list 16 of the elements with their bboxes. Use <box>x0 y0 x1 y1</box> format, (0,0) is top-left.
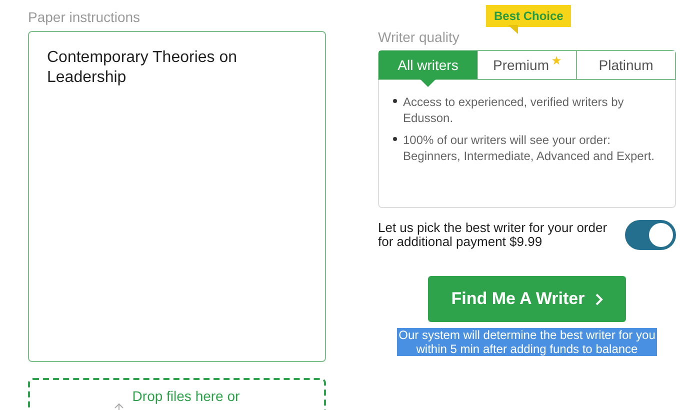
badge-pointer-icon <box>508 25 518 34</box>
bullet-icon <box>393 137 397 141</box>
auto-pick-toggle[interactable] <box>625 220 676 250</box>
tab-pointer-icon <box>420 79 436 87</box>
auto-pick-text: Let us pick the best writer for your order for additional payment $9.99 <box>378 221 608 249</box>
instructions-label: Paper instructions <box>28 9 142 25</box>
best-choice-badge: Best Choice <box>486 5 572 27</box>
instructions-field[interactable]: Contemporary Theories on Leadership <box>28 31 326 362</box>
chevron-right-icon <box>594 292 603 306</box>
feature-text: 100% of our writers will see your order: Beginners, Intermediate, Advanced and Expert. <box>403 132 656 164</box>
drop-files-text: Drop files here or <box>132 388 240 404</box>
feature-text: Access to experienced, verified writers by Edusson. <box>403 94 625 126</box>
bullet-icon <box>393 99 397 103</box>
matching-caption: Our system will determine the best writer for you within 5 min after adding funds to balance <box>397 328 657 356</box>
upload-arrow-icon <box>114 402 124 410</box>
writer-quality-label: Writer quality <box>378 29 460 45</box>
